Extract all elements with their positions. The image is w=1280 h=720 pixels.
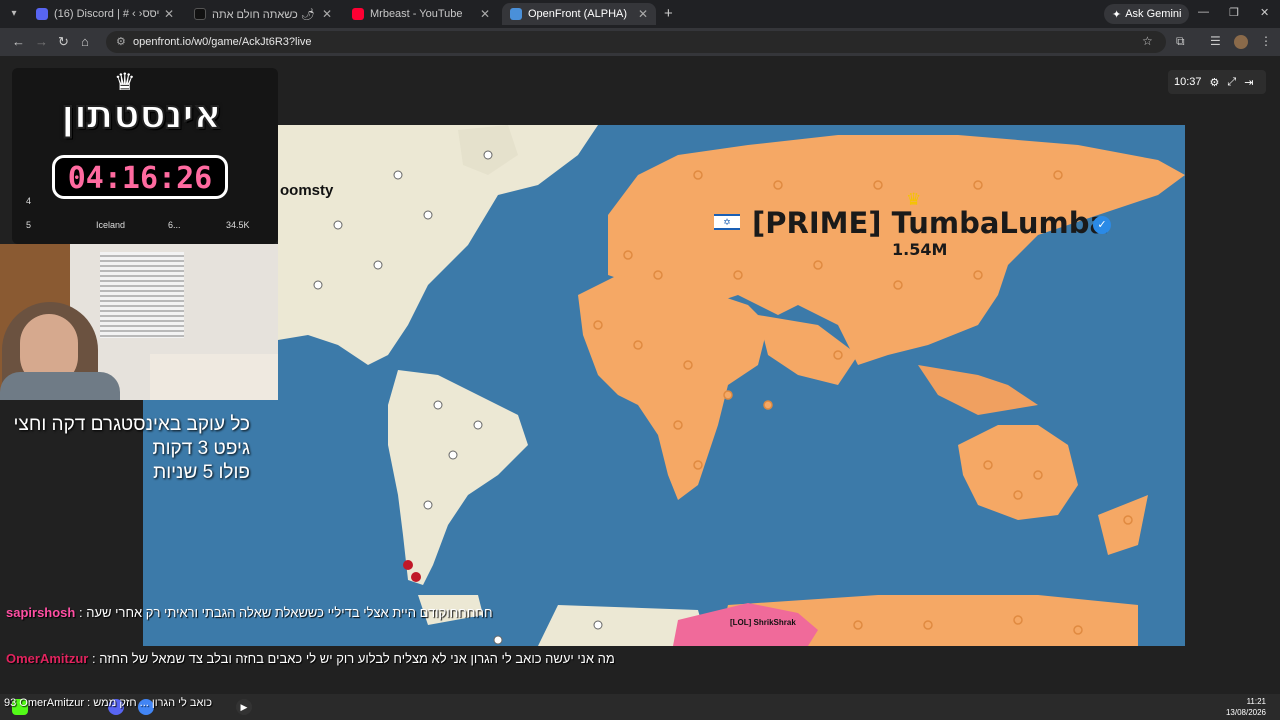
expand-icon[interactable]: ⤢ xyxy=(1227,76,1236,89)
browser-tab-strip: ▾ (16) Discord | # ‹ ›מיסס & ‹ › ✕ גבר נ… xyxy=(0,0,1280,28)
home-icon[interactable]: ⌂ xyxy=(81,34,89,49)
url-text: openfront.io/w0/game/AckJt6R3?live xyxy=(133,36,312,48)
chat-message: OmerAmitzur : מה אני יעשה כואב לי הגרון … xyxy=(6,651,615,666)
discord-icon xyxy=(36,8,48,20)
leaderboard-value: 34.5K xyxy=(226,220,250,230)
tab-title: OpenFront (ALPHA) xyxy=(528,8,628,20)
game-timer: 10:37 xyxy=(1174,76,1202,88)
browser-menu-icon[interactable]: ⋮ xyxy=(1260,34,1272,48)
tab-title: (16) Discord | # ‹ ›מיסס & ‹ › xyxy=(54,8,160,20)
window-close-icon[interactable]: ✕ xyxy=(1260,6,1269,19)
ask-gemini-button[interactable]: ✦ Ask Gemini xyxy=(1104,4,1190,24)
gemini-icon: ✦ xyxy=(1112,8,1122,21)
close-icon[interactable]: ✕ xyxy=(322,7,332,21)
event-ticker: 93 OmerAmitzur : כואב לי הגרון ... חזק מ… xyxy=(4,697,213,709)
browser-toolbar: ← → ↻ ⌂ ⚙ openfront.io/w0/game/AckJt6R3?… xyxy=(0,28,1280,56)
leaderboard-value: 6... xyxy=(168,220,181,230)
new-tab-button[interactable]: + xyxy=(664,5,673,22)
game-hud: 10:37 ⚙ ⤢ ⇥ xyxy=(1168,70,1266,94)
forward-icon[interactable]: → xyxy=(35,34,48,49)
bookmark-star-icon[interactable]: ☆ xyxy=(1142,34,1153,48)
player-label-lol: [LOL] ShrikShrak xyxy=(730,618,796,627)
profile-avatar[interactable] xyxy=(1234,35,1248,49)
chat-message: sapirshosh : חחחחחוקודם היית אצלי בדיליי… xyxy=(6,605,493,620)
tiktok-icon xyxy=(194,8,206,20)
back-icon[interactable]: ← xyxy=(12,34,25,49)
leaderboard-row: 5 Iceland 6... 34.5K xyxy=(12,218,278,234)
settings-icon[interactable]: ⚙ xyxy=(1210,76,1220,89)
close-icon[interactable]: ✕ xyxy=(638,7,648,21)
leaderboard-rank: 4 xyxy=(26,196,32,206)
youtube-icon xyxy=(352,8,364,20)
exit-icon[interactable]: ⇥ xyxy=(1244,76,1253,89)
clock-date: 13/08/2026 xyxy=(1225,708,1266,717)
overlay-rule-line: פולו 5 שניות xyxy=(153,462,250,483)
close-icon[interactable]: ✕ xyxy=(164,7,174,21)
reload-icon[interactable]: ↻ xyxy=(58,34,69,50)
chat-text: : מה אני יעשה כואב לי הגרון אני לא מצליח… xyxy=(91,651,615,666)
webcam-feed xyxy=(0,244,278,400)
chat-text: : חחחחחוקודם היית אצלי בדיליי כששאלת שאל… xyxy=(78,605,493,620)
maximize-icon[interactable]: ❐ xyxy=(1229,6,1239,19)
site-info-icon[interactable]: ⚙ xyxy=(116,31,126,53)
tab-discord[interactable]: (16) Discord | # ‹ ›מיסס & ‹ › ✕ xyxy=(28,3,182,25)
verified-check-icon: ✓ xyxy=(1093,216,1111,234)
extensions-icon[interactable]: ⧉ xyxy=(1176,34,1185,49)
leaderboard-rank: 5 xyxy=(26,220,32,230)
world-map[interactable] xyxy=(278,125,1185,646)
timer-title: אינסטתון xyxy=(60,91,223,139)
clock-time: 11:21 xyxy=(1246,697,1266,706)
ask-gemini-label: Ask Gemini xyxy=(1125,8,1182,20)
map-canvas xyxy=(278,125,1185,646)
timer-value: 04:16:26 xyxy=(67,161,213,196)
tab-search-icon[interactable]: ▾ xyxy=(6,6,22,22)
overlay-rule-line: גיפט 3 דקות xyxy=(152,438,250,459)
reading-list-icon[interactable]: ☰ xyxy=(1210,34,1221,48)
player-name-label: [PRIME] TumbaLumba xyxy=(752,206,1110,240)
tab-title: גבר נגיש 🌶 כשאתה חולם אתה xyxy=(212,8,318,21)
israel-flag-icon: ✡ xyxy=(714,214,740,230)
play-icon[interactable]: ▶ xyxy=(236,699,252,715)
openfront-icon xyxy=(510,8,522,20)
leaderboard-name: Iceland xyxy=(96,220,126,230)
player-troops-label: 1.54M xyxy=(892,240,948,259)
tab-title: Mrbeast - YouTube xyxy=(370,8,463,20)
tab-youtube[interactable]: Mrbeast - YouTube ✕ xyxy=(344,3,498,25)
overlay-rule-line: כל עוקב באינסטגרם דקה וחצי xyxy=(13,414,250,435)
close-icon[interactable]: ✕ xyxy=(480,7,490,21)
chat-username: sapirshosh xyxy=(6,605,76,620)
tab-openfront[interactable]: OpenFront (ALPHA) ✕ xyxy=(502,3,656,25)
address-bar[interactable]: ⚙ openfront.io/w0/game/AckJt6R3?live xyxy=(106,31,1166,53)
system-clock: 11:21 13/08/2026 xyxy=(1226,696,1266,718)
tab-tiktok[interactable]: גבר נגיש 🌶 כשאתה חולם אתה ✕ xyxy=(186,3,340,25)
minimize-icon[interactable]: — xyxy=(1198,6,1209,18)
chat-username: OmerAmitzur xyxy=(6,651,89,666)
player-label-partial: oomsty xyxy=(280,182,334,199)
